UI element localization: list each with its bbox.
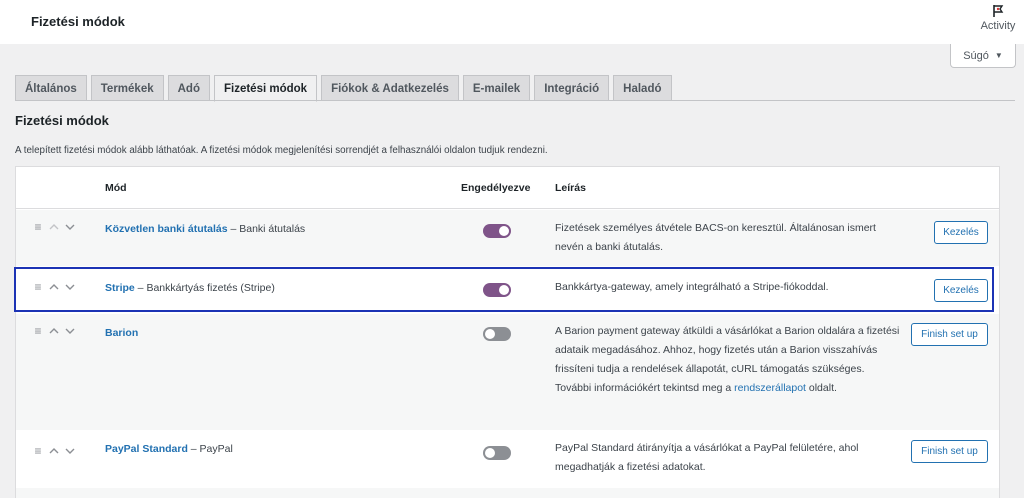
toggle-knob xyxy=(485,329,495,339)
table-header: Mód Engedélyezve Leírás xyxy=(16,167,999,209)
method-name: Közvetlen banki átutalás – Banki átutalá… xyxy=(105,223,305,235)
toggle-knob xyxy=(499,226,509,236)
move-up-icon[interactable] xyxy=(49,326,59,336)
tab-integracio[interactable]: Integráció xyxy=(534,75,610,101)
tabs-divider xyxy=(15,100,1015,101)
activity-flag-icon xyxy=(993,5,1004,17)
move-down-icon[interactable] xyxy=(65,282,75,292)
method-name: Stripe – Bankkártyás fizetés (Stripe) xyxy=(105,282,275,294)
tab-fiokok[interactable]: Fiókok & Adatkezelés xyxy=(321,75,459,101)
finish-setup-button[interactable]: Finish set up xyxy=(911,440,988,463)
method-subtitle: – Banki átutalás xyxy=(227,223,306,235)
column-header-enabled: Engedélyezve xyxy=(461,182,531,194)
finish-setup-button[interactable]: Finish set up xyxy=(911,323,988,346)
tab-termekek[interactable]: Termékek xyxy=(90,75,164,101)
system-status-link[interactable]: rendszerállapot xyxy=(734,382,806,394)
method-subtitle: – PayPal xyxy=(187,443,233,455)
move-down-icon[interactable] xyxy=(65,326,75,336)
move-down-icon[interactable] xyxy=(65,222,75,232)
method-link[interactable]: Közvetlen banki átutalás xyxy=(105,223,228,235)
section-title: Fizetési módok xyxy=(15,113,109,128)
enabled-toggle[interactable] xyxy=(483,327,511,341)
description-text: A Barion payment gateway átküldi a vásár… xyxy=(555,325,900,394)
column-header-method: Mód xyxy=(105,182,127,194)
method-link[interactable]: Barion xyxy=(105,327,138,339)
method-description: Fizetések személyes átvétele BACS-on ker… xyxy=(555,222,876,253)
table-row-next xyxy=(16,488,999,498)
method-name: PayPal Standard – PayPal xyxy=(105,443,233,455)
tab-halado[interactable]: Haladó xyxy=(613,75,672,101)
row-sort-controls: ≡ xyxy=(33,280,75,294)
help-label: Súgó xyxy=(963,49,989,62)
toggle-knob xyxy=(499,285,509,295)
drag-handle-icon[interactable]: ≡ xyxy=(33,324,43,338)
enabled-toggle[interactable] xyxy=(483,224,511,238)
payment-methods-table: Mód Engedélyezve Leírás ≡ Közvetlen bank… xyxy=(14,166,1000,498)
method-link[interactable]: Stripe xyxy=(105,282,135,294)
move-down-icon[interactable] xyxy=(65,446,75,456)
drag-handle-icon[interactable]: ≡ xyxy=(33,444,43,458)
table-row: ≡ PayPal Standard – PayPal PayPal Standa… xyxy=(16,430,999,488)
method-link[interactable]: PayPal Standard xyxy=(105,443,188,455)
row-sort-controls: ≡ xyxy=(33,324,75,338)
tab-fizetesi-modok[interactable]: Fizetési módok xyxy=(213,75,318,102)
table-row: ≡ Stripe – Bankkártyás fizetés (Stripe) … xyxy=(16,266,999,314)
activity-label: Activity xyxy=(980,20,1016,32)
move-up-icon[interactable] xyxy=(49,222,59,232)
method-subtitle: – Bankkártyás fizetés (Stripe) xyxy=(134,282,275,294)
page-title: Fizetési módok xyxy=(31,14,125,29)
method-description: Bankkártya-gateway, amely integrálható a… xyxy=(555,281,829,293)
top-bar: Fizetési módok Activity xyxy=(0,0,1024,44)
table-row: ≡ Közvetlen banki átutalás – Banki átuta… xyxy=(16,210,999,266)
manage-button[interactable]: Kezelés xyxy=(934,279,988,302)
settings-tabs: Általános Termékek Adó Fizetési módok Fi… xyxy=(15,75,676,102)
row-sort-controls: ≡ xyxy=(33,444,75,458)
column-header-description: Leírás xyxy=(555,182,586,194)
method-name: Barion xyxy=(105,327,138,339)
drag-handle-icon[interactable]: ≡ xyxy=(33,280,43,294)
activity-button[interactable]: Activity xyxy=(980,4,1016,32)
method-description: A Barion payment gateway átküldi a vásár… xyxy=(555,322,900,398)
toggle-knob xyxy=(485,448,495,458)
tab-e-mailek[interactable]: E-mailek xyxy=(462,75,531,101)
enabled-toggle[interactable] xyxy=(483,283,511,297)
description-text-end: oldalt. xyxy=(805,382,837,394)
drag-handle-icon[interactable]: ≡ xyxy=(33,220,43,234)
caret-down-icon: ▼ xyxy=(994,51,1003,60)
section-description: A telepített fizetési módok alább láthat… xyxy=(15,145,548,156)
manage-button[interactable]: Kezelés xyxy=(934,221,988,244)
row-sort-controls: ≡ xyxy=(33,220,75,234)
table-row: ≡ Barion A Barion payment gateway átküld… xyxy=(16,314,999,430)
move-up-icon[interactable] xyxy=(49,282,59,292)
enabled-toggle[interactable] xyxy=(483,446,511,460)
method-description: PayPal Standard átirányítja a vásárlókat… xyxy=(555,442,859,473)
tab-altalanos[interactable]: Általános xyxy=(15,75,87,101)
tab-ado[interactable]: Adó xyxy=(167,75,210,101)
help-button[interactable]: Súgó ▼ xyxy=(950,44,1016,68)
move-up-icon[interactable] xyxy=(49,446,59,456)
